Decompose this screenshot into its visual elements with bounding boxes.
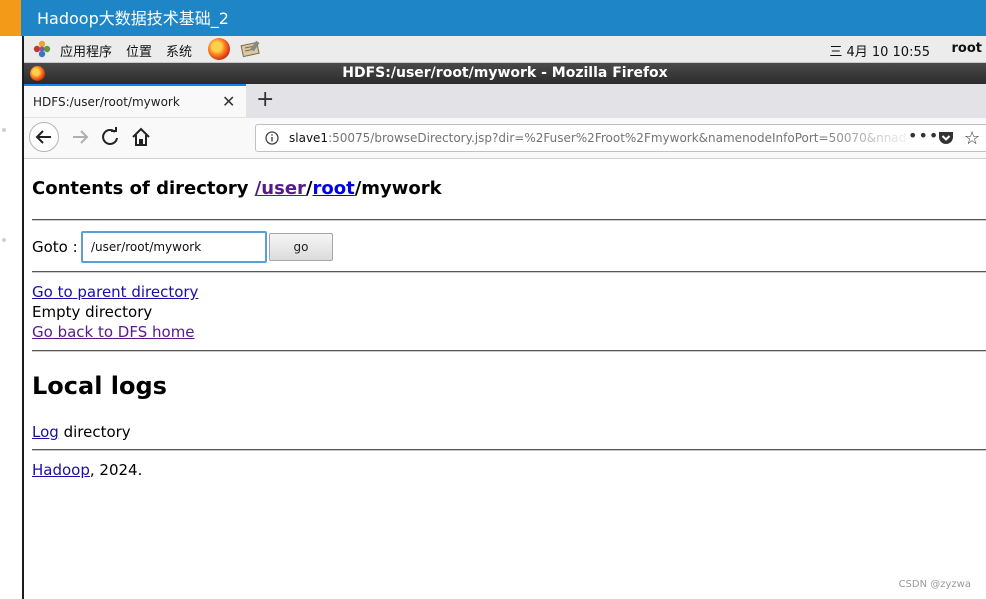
user-dir-link[interactable]: /user: [255, 178, 306, 199]
footer-suffix: , 2024.: [89, 461, 143, 479]
applications-menu-icon[interactable]: [32, 39, 52, 59]
page-actions-icon[interactable]: •••: [908, 126, 939, 145]
go-button[interactable]: go: [269, 233, 333, 261]
text-editor-launcher-icon[interactable]: [240, 40, 262, 58]
reload-icon[interactable]: [99, 126, 121, 148]
banner-title: Hadoop大数据技术基础_2: [37, 9, 229, 28]
divider: [32, 350, 986, 352]
parent-directory-link[interactable]: Go to parent directory: [32, 283, 198, 301]
banner-accent: [0, 0, 21, 36]
root-dir-link[interactable]: root: [313, 178, 355, 199]
page-content: Contents of directory /user/root/mywork …: [24, 159, 986, 599]
empty-directory-text: Empty directory: [32, 303, 153, 321]
page-title: Contents of directory /user/root/mywork: [32, 178, 442, 199]
url-host: slave1: [289, 131, 329, 145]
home-icon[interactable]: [130, 126, 152, 148]
log-suffix: directory: [58, 423, 131, 441]
left-gutter: [0, 36, 24, 599]
heading-suffix: /mywork: [354, 178, 442, 199]
panel-user[interactable]: root: [952, 41, 983, 56]
log-link[interactable]: Log: [32, 423, 59, 441]
firefox-launcher-icon[interactable]: [208, 38, 230, 60]
lab-banner: Hadoop大数据技术基础_2: [0, 0, 986, 36]
pocket-icon[interactable]: [938, 131, 954, 145]
dfs-home-link[interactable]: Go back to DFS home: [32, 323, 195, 341]
goto-label: Goto :: [32, 238, 78, 256]
bookmark-star-icon[interactable]: ☆: [964, 128, 980, 149]
divider: [32, 271, 986, 273]
watermark: CSDN @zyzwa: [898, 579, 971, 590]
tab-strip: HDFS:/user/root/mywork ✕ +: [24, 84, 986, 118]
tab-title: HDFS:/user/root/mywork: [33, 95, 180, 109]
forward-arrow-icon[interactable]: [68, 125, 92, 149]
footer-line: Hadoop, 2024.: [32, 461, 142, 479]
heading-prefix: Contents of directory: [32, 178, 255, 199]
panel-clock[interactable]: 三 4月 10 10:55: [829, 41, 930, 60]
desktop-top-panel: 应用程序 位置 系统 三 4月 10 10:55 root: [24, 36, 986, 63]
window-title-bar[interactable]: HDFS:/user/root/mywork - Mozilla Firefox: [24, 63, 986, 84]
places-menu[interactable]: 位置: [126, 41, 152, 60]
back-arrow-icon: [35, 130, 51, 144]
local-logs-heading: Local logs: [32, 372, 167, 400]
close-tab-icon[interactable]: ✕: [222, 92, 235, 111]
window-title: HDFS:/user/root/mywork - Mozilla Firefox: [342, 65, 668, 81]
url-text[interactable]: slave1:50075/browseDirectory.jsp?dir=%2F…: [289, 131, 906, 145]
gutter-mark: [2, 128, 6, 132]
applications-menu[interactable]: 应用程序: [60, 41, 112, 60]
info-icon[interactable]: [265, 131, 279, 145]
new-tab-icon[interactable]: +: [256, 87, 274, 112]
url-fade: [816, 125, 916, 151]
navigation-toolbar: slave1:50075/browseDirectory.jsp?dir=%2F…: [24, 118, 986, 159]
system-menu[interactable]: 系统: [166, 41, 192, 60]
goto-path-input[interactable]: [81, 231, 267, 263]
path-separator: /: [305, 178, 313, 199]
log-directory-line: Log directory: [32, 423, 131, 441]
divider: [32, 219, 986, 221]
hadoop-link[interactable]: Hadoop: [32, 461, 90, 479]
tab-hdfs-mywork[interactable]: HDFS:/user/root/mywork ✕: [24, 84, 246, 117]
back-button[interactable]: [29, 122, 59, 152]
divider: [32, 449, 986, 451]
gutter-mark: [2, 238, 6, 242]
url-bar[interactable]: slave1:50075/browseDirectory.jsp?dir=%2F…: [255, 124, 986, 152]
